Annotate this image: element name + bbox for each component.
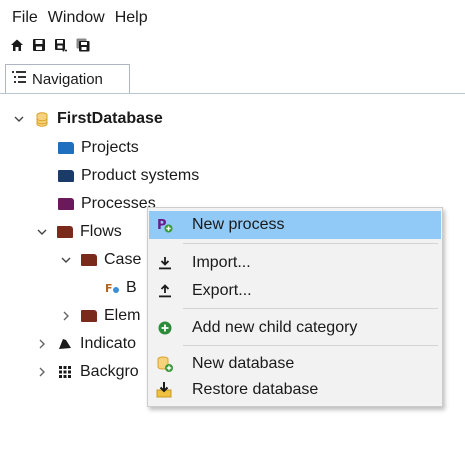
chevron-right-icon[interactable]: [36, 338, 48, 350]
tree-item-case[interactable]: Case: [60, 246, 141, 274]
chevron-down-icon[interactable]: [13, 113, 25, 125]
tree-label-product-systems: Product systems: [81, 167, 200, 184]
tree-label-processes: Processes: [81, 195, 156, 212]
tab-navigation-label: Navigation: [32, 70, 103, 88]
flows-folder-icon: [56, 225, 74, 239]
chevron-down-icon[interactable]: [36, 226, 48, 238]
menu-item-restore-database[interactable]: Restore database: [149, 376, 441, 404]
menu-label-add-child-category: Add new child category: [192, 319, 358, 336]
chevron-down-icon[interactable]: [60, 254, 72, 266]
menu-separator: [183, 345, 438, 346]
product-systems-folder-icon: [57, 169, 75, 183]
menu-bar: File Window Help: [0, 0, 465, 32]
tree-label-elem: Elem: [104, 307, 141, 324]
tree-label-database: FirstDatabase: [57, 110, 163, 127]
tree-label-flows: Flows: [80, 223, 122, 240]
projects-folder-icon: [57, 141, 75, 155]
new-process-icon: P: [155, 216, 175, 234]
menu-help[interactable]: Help: [110, 0, 153, 32]
tab-bar-divider: [0, 93, 465, 94]
restore-database-icon: [155, 381, 175, 399]
tree-item-case-child[interactable]: F B: [104, 274, 137, 302]
save-icon[interactable]: [32, 38, 46, 52]
elem-folder-icon: [80, 309, 98, 323]
menu-label-new-database: New database: [192, 355, 295, 372]
menu-separator: [183, 308, 438, 309]
svg-text:P: P: [157, 218, 167, 233]
menu-item-new-process[interactable]: P New process: [149, 211, 441, 239]
tree-label-projects: Projects: [81, 139, 139, 156]
home-icon[interactable]: [10, 38, 24, 52]
svg-text:F: F: [105, 282, 113, 295]
chevron-right-icon[interactable]: [60, 310, 72, 322]
import-icon: [155, 254, 175, 272]
save-all-icon[interactable]: [76, 38, 90, 52]
tree-item-product-systems[interactable]: Product systems: [57, 162, 199, 190]
tree-label-indicators: Indicato: [80, 335, 137, 352]
menu-item-new-database[interactable]: New database: [149, 350, 441, 378]
tree-item-projects[interactable]: Projects: [57, 134, 139, 162]
save-as-icon[interactable]: [54, 38, 68, 52]
menu-window[interactable]: Window: [43, 0, 110, 32]
context-menu: P New process Import... Export... Add ne…: [147, 207, 443, 407]
tree-item-background[interactable]: Backgro: [36, 358, 139, 386]
navigation-icon: [12, 70, 26, 88]
new-database-icon: [155, 355, 175, 373]
tree-label-background: Backgro: [80, 363, 139, 380]
menu-label-export: Export...: [192, 282, 252, 299]
menu-label-new-process: New process: [192, 216, 285, 233]
menu-item-export[interactable]: Export...: [149, 277, 441, 305]
tab-navigation[interactable]: Navigation: [5, 64, 130, 93]
export-icon: [155, 282, 175, 300]
menu-label-import: Import...: [192, 254, 251, 271]
processes-folder-icon: [57, 197, 75, 211]
indicators-icon: [56, 337, 74, 351]
background-data-icon: [56, 365, 74, 379]
tree-item-indicators[interactable]: Indicato: [36, 330, 136, 358]
menu-file[interactable]: File: [0, 0, 43, 32]
chevron-right-icon[interactable]: [36, 366, 48, 378]
menu-separator: [183, 243, 438, 244]
tree-label-case-child: B: [126, 279, 137, 296]
case-folder-icon: [80, 253, 98, 267]
toolbar: [0, 32, 90, 58]
tree-label-case: Case: [104, 251, 142, 268]
menu-item-import[interactable]: Import...: [149, 249, 441, 277]
menu-label-restore-database: Restore database: [192, 381, 319, 398]
add-circle-icon: [155, 319, 175, 337]
tree-item-processes[interactable]: Processes: [57, 190, 156, 218]
tree-item-database[interactable]: FirstDatabase: [13, 105, 163, 133]
tree-item-flows[interactable]: Flows: [36, 218, 122, 246]
database-icon: [33, 111, 51, 127]
menu-item-add-child-category[interactable]: Add new child category: [149, 314, 441, 342]
flow-icon: F: [104, 281, 122, 295]
tab-bar: Navigation: [0, 64, 465, 94]
tree-item-elem[interactable]: Elem: [60, 302, 140, 330]
